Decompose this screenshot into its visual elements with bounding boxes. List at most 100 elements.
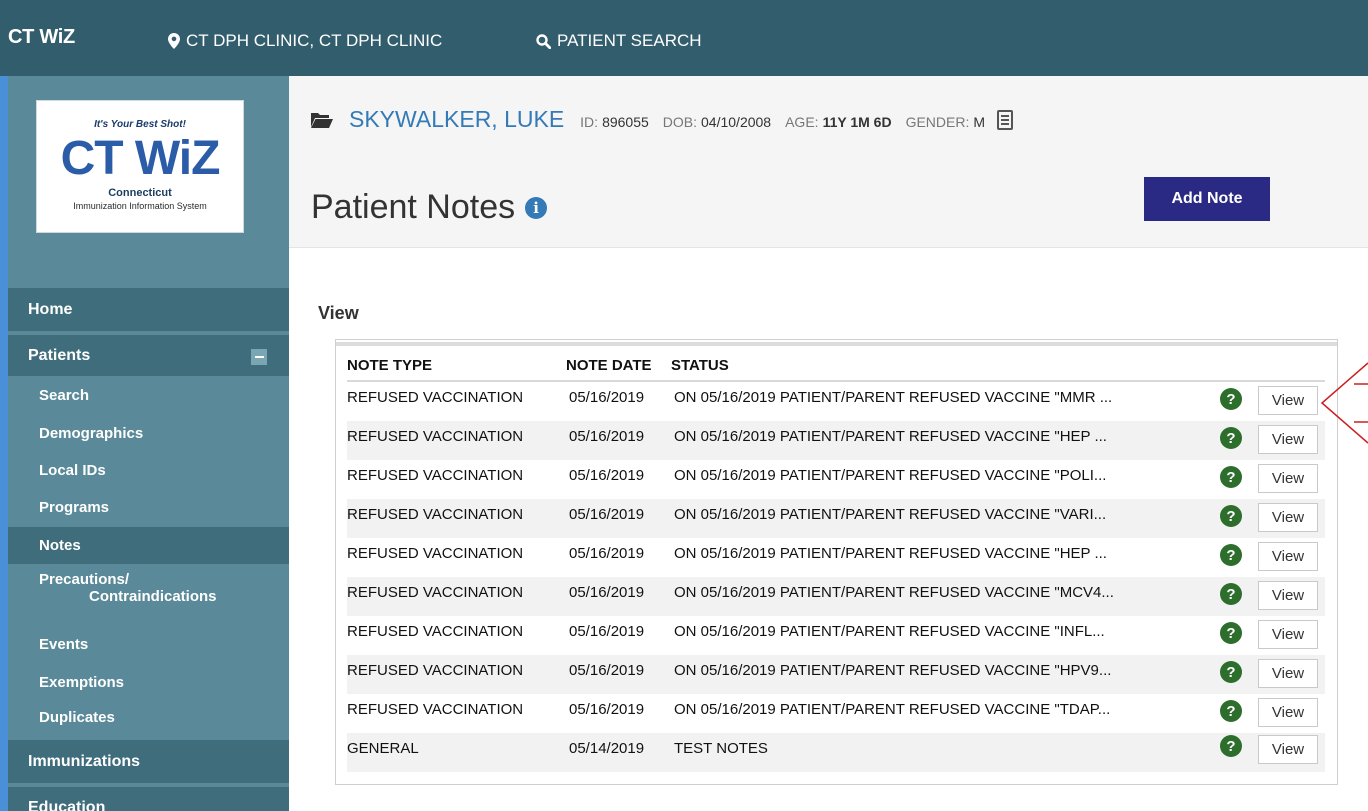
window-edge [0, 0, 8, 811]
question-circle-icon[interactable]: ? [1220, 466, 1242, 488]
question-circle-icon[interactable]: ? [1220, 700, 1242, 722]
clinic-selector[interactable]: CT DPH CLINIC, CT DPH CLINIC [168, 31, 442, 51]
patient-gender: M [973, 114, 986, 130]
question-circle-icon[interactable]: ? [1220, 427, 1242, 449]
table-row: REFUSED VACCINATION 05/16/2019 ON 05/16/… [347, 694, 1325, 733]
sidebar-item-programs[interactable]: Programs [8, 490, 289, 524]
table-row: REFUSED VACCINATION 05/16/2019 ON 05/16/… [347, 655, 1325, 694]
question-circle-icon[interactable]: ? [1220, 505, 1242, 527]
sidebar-item-demographics[interactable]: Demographics [8, 416, 289, 450]
note-date-cell: 05/16/2019 [569, 428, 645, 445]
note-type-cell: REFUSED VACCINATION [347, 506, 524, 523]
note-type-cell: REFUSED VACCINATION [347, 545, 524, 562]
minus-square-icon[interactable] [251, 349, 267, 365]
sidebar-item-exemptions[interactable]: Exemptions [8, 665, 289, 699]
folder-open-icon[interactable] [311, 112, 333, 128]
info-circle-icon[interactable]: i [525, 196, 548, 219]
logo-system: Immunization Information System [73, 201, 207, 211]
column-header-note-date[interactable]: NOTE DATE [566, 357, 652, 374]
patient-search-label: PATIENT SEARCH [557, 31, 702, 50]
view-note-button[interactable]: View [1258, 659, 1318, 688]
patient-search-link[interactable]: PATIENT SEARCH [536, 31, 702, 51]
patient-id-label: ID: [580, 114, 599, 130]
question-circle-icon[interactable]: ? [1220, 735, 1242, 757]
sidebar-item-label: Notes [39, 537, 81, 554]
status-cell: ON 05/16/2019 PATIENT/PARENT REFUSED VAC… [674, 701, 1111, 718]
view-note-button[interactable]: View [1258, 386, 1318, 415]
note-date-cell: 05/16/2019 [569, 506, 645, 523]
sidebar-item-label: Programs [39, 498, 110, 516]
sidebar: It's Your Best Shot! CT WiZ Connecticut … [8, 76, 289, 811]
app-brand[interactable]: CT WiZ [8, 26, 75, 49]
table-row: REFUSED VACCINATION 05/16/2019 ON 05/16/… [347, 460, 1325, 499]
sidebar-item-label: Duplicates [39, 708, 115, 726]
page-title-row: Patient Notes i [311, 188, 548, 227]
view-note-button[interactable]: View [1258, 503, 1318, 532]
sidebar-item-education[interactable]: Education [8, 785, 289, 811]
top-navbar: CT WiZ CT DPH CLINIC, CT DPH CLINIC PATI… [0, 0, 1368, 76]
sidebar-item-label: Precautions/ [39, 571, 130, 588]
patient-summary: SKYWALKER, LUKE ID: 896055 DOB: 04/10/20… [311, 106, 1014, 133]
sidebar-item-label: Search [39, 386, 90, 404]
sidebar-item-label: Local IDs [39, 461, 106, 479]
column-header-note-type[interactable]: NOTE TYPE [347, 357, 432, 374]
sidebar-item-label: Immunizations [28, 752, 141, 770]
patient-id: 896055 [602, 114, 649, 130]
table-row: GENERAL 05/14/2019 TEST NOTES [347, 733, 1325, 772]
note-date-cell: 05/14/2019 [569, 740, 645, 757]
sidebar-item-precautions[interactable]: Precautions/ Contraindications [8, 568, 289, 618]
note-date-cell: 05/16/2019 [569, 545, 645, 562]
document-icon[interactable] [997, 110, 1014, 130]
sidebar-item-local-ids[interactable]: Local IDs [8, 453, 289, 487]
sidebar-item-label: Home [28, 300, 73, 318]
question-circle-icon[interactable]: ? [1220, 661, 1242, 683]
search-icon [536, 33, 551, 49]
question-circle-icon[interactable]: ? [1220, 544, 1242, 566]
question-circle-icon[interactable]: ? [1220, 622, 1242, 644]
status-cell: ON 05/16/2019 PATIENT/PARENT REFUSED VAC… [674, 662, 1112, 679]
status-cell: ON 05/16/2019 PATIENT/PARENT REFUSED VAC… [674, 428, 1107, 445]
note-type-cell: REFUSED VACCINATION [347, 662, 524, 679]
view-note-button[interactable]: View [1258, 735, 1318, 764]
view-note-button[interactable]: View [1258, 698, 1318, 727]
sidebar-item-patients[interactable]: Patients [8, 333, 289, 376]
sidebar-item-search[interactable]: Search [8, 378, 289, 412]
table-row: REFUSED VACCINATION 05/16/2019 ON 05/16/… [347, 577, 1325, 616]
sidebar-item-duplicates[interactable]: Duplicates [8, 700, 289, 734]
status-cell: ON 05/16/2019 PATIENT/PARENT REFUSED VAC… [674, 389, 1113, 406]
question-circle-icon[interactable]: ? [1220, 583, 1242, 605]
table-row: REFUSED VACCINATION 05/16/2019 ON 05/16/… [347, 616, 1325, 655]
table-row: REFUSED VACCINATION 05/16/2019 ON 05/16/… [347, 421, 1325, 460]
question-circle-icon[interactable]: ? [1220, 388, 1242, 410]
view-note-button[interactable]: View [1258, 425, 1318, 454]
note-type-cell: REFUSED VACCINATION [347, 701, 524, 718]
table-row: REFUSED VACCINATION 05/16/2019 ON 05/16/… [347, 538, 1325, 577]
logo-tagline: It's Your Best Shot! [94, 119, 186, 130]
sidebar-item-label: Demographics [39, 424, 144, 442]
map-marker-icon [168, 33, 180, 49]
view-note-button[interactable]: View [1258, 464, 1318, 493]
view-note-button[interactable]: View [1258, 620, 1318, 649]
sidebar-item-label: Patients [28, 346, 91, 364]
patient-gender-label: GENDER: [905, 114, 970, 130]
status-cell: ON 05/16/2019 PATIENT/PARENT REFUSED VAC… [674, 467, 1107, 484]
sidebar-item-label: Exemptions [39, 673, 125, 691]
status-cell: ON 05/16/2019 PATIENT/PARENT REFUSED VAC… [674, 623, 1105, 640]
view-note-button[interactable]: View [1258, 581, 1318, 610]
sidebar-item-notes[interactable]: Notes [8, 527, 289, 564]
note-date-cell: 05/16/2019 [569, 701, 645, 718]
add-note-button[interactable]: Add Note [1144, 177, 1270, 221]
patient-name[interactable]: SKYWALKER, LUKE [349, 106, 564, 133]
sidebar-item-home[interactable]: Home [8, 288, 289, 331]
view-note-button[interactable]: View [1258, 542, 1318, 571]
column-header-status[interactable]: STATUS [671, 357, 729, 374]
note-date-cell: 05/16/2019 [569, 623, 645, 640]
status-cell: ON 05/16/2019 PATIENT/PARENT REFUSED VAC… [674, 545, 1107, 562]
note-type-cell: REFUSED VACCINATION [347, 584, 524, 601]
sidebar-item-events[interactable]: Events [8, 627, 289, 661]
patient-header: SKYWALKER, LUKE ID: 896055 DOB: 04/10/20… [289, 76, 1368, 248]
clinic-label: CT DPH CLINIC, CT DPH CLINIC [186, 31, 443, 50]
sidebar-item-label: Education [28, 798, 106, 811]
sidebar-item-immunizations[interactable]: Immunizations [8, 740, 289, 783]
logo-state: Connecticut [108, 187, 172, 199]
